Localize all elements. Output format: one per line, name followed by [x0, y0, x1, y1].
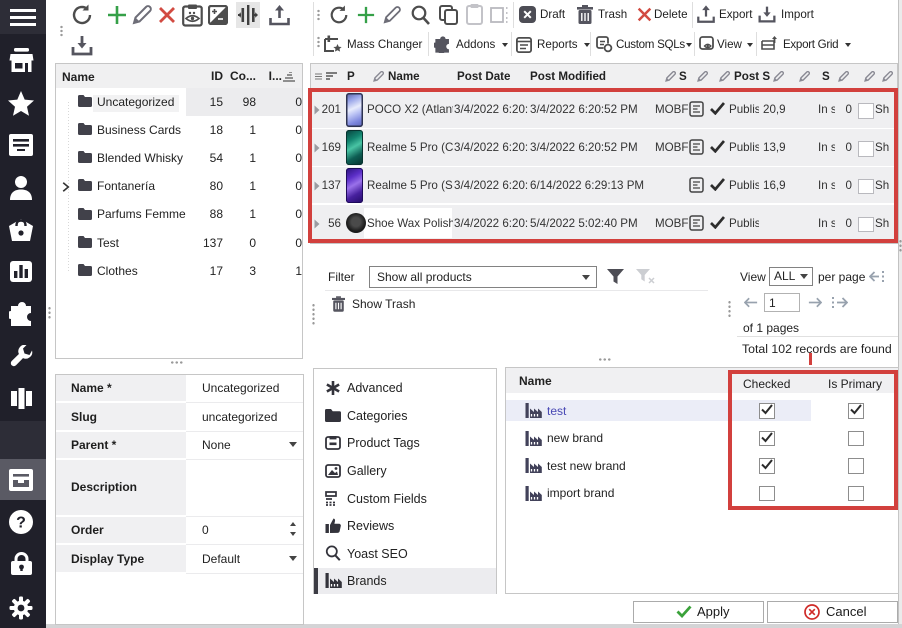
svg-text:?: ?: [16, 515, 26, 532]
